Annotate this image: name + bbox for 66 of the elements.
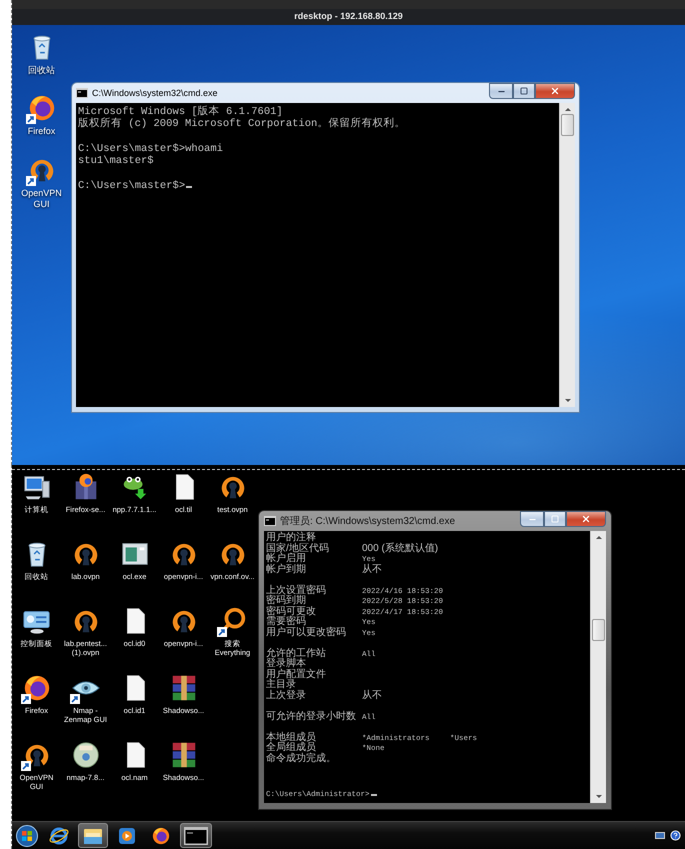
console-label: 国家/地区代码	[266, 544, 330, 554]
terminal-icon	[184, 826, 208, 844]
console-line: C:\Users\master$>whoami	[78, 142, 224, 155]
disc-icon[interactable]	[70, 740, 100, 770]
console-label: 需要密码	[266, 617, 307, 627]
close-button[interactable]	[535, 83, 575, 99]
icon-label[interactable]: 回收站	[28, 65, 55, 76]
close-icon	[581, 514, 591, 524]
window-title: rdesktop - 192.168.80.129	[294, 10, 403, 20]
console-label: 帐户到期	[266, 564, 307, 575]
maximize-button[interactable]	[544, 511, 566, 527]
icon-label[interactable]: OpenVPN GUI	[21, 188, 62, 210]
scrollbar[interactable]	[590, 531, 606, 803]
shortcut-arrow-icon	[20, 761, 30, 771]
console-label: 用户配置文件	[266, 670, 327, 680]
icon-label[interactable]: Firefox	[28, 126, 56, 138]
shortcut-arrow-icon	[20, 694, 30, 704]
taskbar-button[interactable]	[78, 823, 108, 848]
console-label: 允许的工作站	[266, 648, 327, 658]
terminal-icon	[264, 516, 276, 526]
console-label: 全局组成员	[266, 743, 316, 753]
console-label: 主目录	[266, 680, 297, 690]
globe-icon	[151, 826, 171, 846]
maximize-icon	[520, 87, 528, 95]
console-value: 从不	[362, 564, 383, 575]
help-icon[interactable]	[670, 830, 681, 841]
scrollbar[interactable]	[559, 103, 575, 407]
console-label: 密码可更改	[266, 606, 317, 616]
console-label: 本地组成员	[266, 732, 317, 742]
shortcut-arrow-icon	[26, 176, 36, 186]
console-label: 登录脚本	[266, 659, 306, 669]
console-label: 帐户启用	[266, 554, 307, 564]
console-line: stu1\master$	[78, 155, 155, 168]
shortcut-arrow-icon	[70, 694, 80, 704]
console-value: 从不	[362, 690, 383, 701]
shortcut-arrow-icon	[26, 114, 36, 124]
windows-orb-icon	[16, 824, 38, 846]
window-title: C:\Windows\system32\cmd.exe	[92, 88, 219, 98]
window-title: 管理员: C:\Windows\system32\cmd.exe	[280, 515, 456, 528]
media-player-icon	[118, 826, 136, 844]
minimize-button[interactable]	[520, 511, 544, 527]
console-label: 上次设置密码	[266, 586, 327, 596]
console-line: Microsoft Windows [版本 6.1.7601]	[78, 106, 284, 118]
taskbar-button[interactable]	[180, 823, 212, 848]
network-icon[interactable]	[654, 830, 666, 840]
console-value: 000 (系统默认值)	[362, 544, 440, 554]
close-button[interactable]	[566, 511, 606, 527]
maximize-button[interactable]	[513, 83, 535, 99]
console-label: 用户可以更改密码	[266, 628, 347, 638]
terminal-icon	[76, 88, 88, 98]
start-button[interactable]	[14, 823, 40, 848]
console-label: 命令成功完成。	[266, 754, 337, 764]
minimize-button[interactable]	[489, 83, 513, 99]
console-label: 可允许的登录小时数	[266, 712, 357, 722]
browser-e-icon	[49, 826, 69, 846]
shortcut-arrow-icon	[216, 627, 226, 637]
console-line: 版权所有 (c) 2009 Microsoft Corporation。保留所有权利。	[78, 118, 406, 131]
console-line: C:\Users\master$>	[78, 180, 557, 192]
close-icon	[550, 86, 560, 96]
console-label: 密码到期	[266, 596, 307, 606]
maximize-icon	[551, 515, 559, 523]
text-cursor	[370, 794, 377, 796]
console-label: 上次登录	[266, 690, 307, 701]
folder-icon	[83, 826, 103, 844]
text-cursor	[186, 186, 192, 188]
console-label: 用户的注释	[266, 533, 317, 543]
